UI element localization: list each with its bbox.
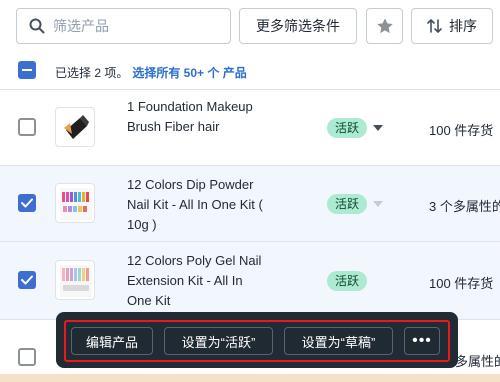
select-all-checkbox[interactable] [18, 61, 36, 79]
chevron-down-icon[interactable] [373, 125, 383, 131]
status-badge: 活跃 [327, 271, 367, 291]
inventory-text: 100 件存货 [429, 276, 494, 291]
set-active-button[interactable]: 设置为“活跃” [164, 327, 273, 355]
table-row[interactable]: 12 Colors Dip Powder Nail Kit - All In O… [0, 166, 500, 242]
set-active-label: 设置为“活跃” [181, 334, 256, 350]
star-icon [376, 18, 393, 34]
more-filters-label: 更多筛选条件 [256, 18, 340, 34]
product-thumbnail [55, 260, 95, 300]
table-row[interactable]: 1 Foundation Makeup Brush Fiber hair 活跃 … [0, 90, 500, 166]
search-input[interactable] [53, 18, 213, 34]
selected-count-text: 已选择 2 项。 [55, 66, 129, 80]
status-badge: 活跃 [327, 194, 367, 214]
sort-label: 排序 [449, 18, 477, 34]
product-title[interactable]: 1 Foundation Makeup Brush Fiber hair [127, 97, 267, 137]
edit-products-label: 编辑产品 [85, 334, 138, 350]
row-checkbox[interactable] [18, 194, 36, 212]
inventory-text: 100 件存货 [429, 123, 494, 138]
status-badge: 活跃 [327, 118, 367, 138]
checkmark-icon [21, 275, 33, 285]
sort-arrows-icon [427, 19, 442, 33]
row-checkbox[interactable] [18, 271, 36, 289]
search-icon [29, 18, 45, 34]
product-thumbnail [55, 107, 95, 147]
select-all-link[interactable]: 选择所有 50+ 个 产品 [132, 66, 246, 80]
more-actions-icon: ••• [412, 332, 432, 349]
more-filters-button[interactable]: 更多筛选条件 [239, 8, 357, 44]
chevron-down-icon[interactable] [373, 201, 383, 207]
indeterminate-mark [22, 69, 32, 71]
edit-products-button[interactable]: 编辑产品 [71, 327, 153, 355]
product-thumbnail [55, 183, 95, 223]
search-input-wrapper[interactable] [16, 8, 231, 44]
saved-views-button[interactable] [366, 8, 403, 44]
bottom-edge-strip [0, 374, 500, 382]
set-draft-label: 设置为“草稿” [301, 334, 376, 350]
inventory-text: 3 个多属性的 [429, 199, 500, 214]
selection-summary: 已选择 2 项。 选择所有 50+ 个 产品 [55, 64, 247, 81]
set-draft-button[interactable]: 设置为“草稿” [284, 327, 393, 355]
inventory-text: 多属性的 [455, 354, 500, 369]
table-row[interactable]: 12 Colors Poly Gel Nail Extension Kit - … [0, 242, 500, 320]
row-checkbox[interactable] [18, 118, 36, 136]
row-checkbox[interactable] [18, 348, 36, 366]
sort-button[interactable]: 排序 [411, 8, 493, 44]
checkmark-icon [21, 198, 33, 208]
more-actions-button[interactable]: ••• [404, 327, 440, 355]
product-title[interactable]: 12 Colors Poly Gel Nail Extension Kit - … [127, 251, 267, 311]
product-title[interactable]: 12 Colors Dip Powder Nail Kit - All In O… [127, 175, 267, 235]
